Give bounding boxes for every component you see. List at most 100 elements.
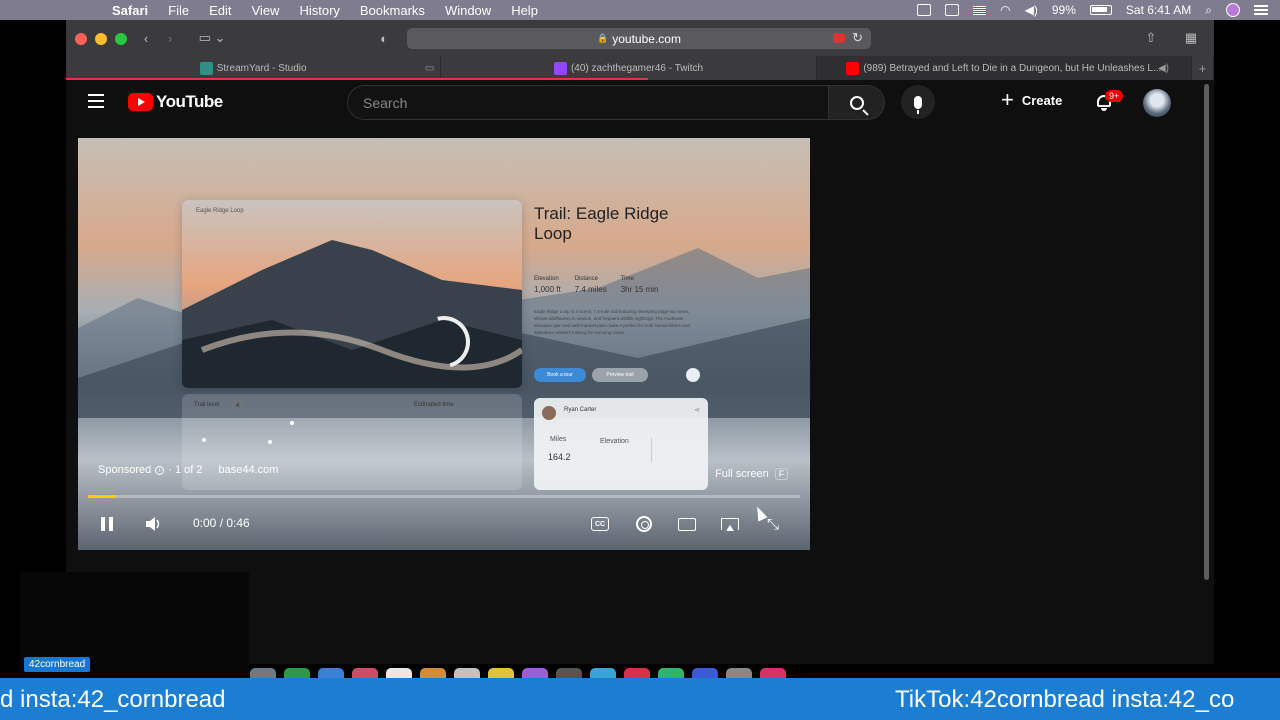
ad-info-card: Trail: Eagle Ridge Loop Elevation 1,000 … <box>526 198 718 390</box>
youtube-play-icon <box>128 93 153 111</box>
close-window-button[interactable] <box>75 33 87 45</box>
search-input[interactable]: Search <box>347 85 829 120</box>
miles-label: Miles <box>550 436 567 443</box>
control-center-icon[interactable] <box>1254 5 1268 15</box>
youtube-logo[interactable]: YouTube <box>128 92 223 112</box>
ad-description: Eagle Ridge Loop is a scenic 7.4-mile tr… <box>534 309 690 335</box>
zoom-window-button[interactable] <box>115 33 127 45</box>
back-button[interactable]: ‹ <box>136 28 156 48</box>
info-icon[interactable]: i <box>155 465 165 475</box>
tab-title: (40) zachthegamer46 - Twitch <box>570 62 704 74</box>
menu-history[interactable]: History <box>299 3 339 18</box>
sponsored-info[interactable]: Sponsored i · 1 of 2 base44.com <box>98 464 278 476</box>
webcam-name-label: 42cornbread <box>24 657 91 672</box>
create-label: Create <box>1021 92 1063 108</box>
voice-search-button[interactable] <box>901 85 935 119</box>
banner-text: TikTok:42cornbread insta:42_co <box>895 686 1235 713</box>
trail-point <box>268 440 272 444</box>
forward-button[interactable]: › <box>160 28 180 48</box>
menu-icon[interactable] <box>88 94 104 108</box>
privacy-shield-icon[interactable]: ◐ <box>374 28 394 48</box>
share-icon: ⋖ <box>694 407 700 414</box>
spotlight-icon[interactable]: ⌕ <box>1205 3 1212 18</box>
twitch-favicon-icon <box>553 61 567 75</box>
menu-file[interactable]: File <box>168 3 189 18</box>
bell-clapper <box>1101 108 1107 111</box>
cc-icon: CC <box>591 517 609 531</box>
tab-twitch[interactable]: (40) zachthegamer46 - Twitch <box>441 56 817 80</box>
stat-label: Time <box>620 276 634 282</box>
stat-time: Time 3hr 15 min <box>621 276 659 294</box>
profile-name: Ryan Carter <box>564 407 597 413</box>
stat-value: 3hr 15 min <box>620 285 659 294</box>
sidebar-toggle-button[interactable]: ▭ ⌄ <box>194 28 230 48</box>
stat-label: Distance <box>574 276 599 282</box>
wifi-icon[interactable]: ◠ <box>1000 3 1010 17</box>
trail-level-value: 4 <box>232 400 243 411</box>
flag-icon[interactable] <box>973 5 987 15</box>
airplay-button[interactable] <box>719 514 741 534</box>
tab-title: (989) Betrayed and Left to Die in a Dung… <box>863 62 1162 74</box>
tab-streamyard[interactable]: StreamYard - Studio ▭ <box>66 56 442 80</box>
player-controls: 0:00 / 0:46 CC ⤡ <box>78 504 810 544</box>
ad-trail-title: Trail: Eagle Ridge Loop <box>534 204 669 243</box>
tab-youtube[interactable]: (989) Betrayed and Left to Die in a Dung… <box>816 56 1192 80</box>
menu-safari[interactable]: Safari <box>112 3 148 18</box>
address-bar[interactable]: 🔒 youtube.com ↻ <box>407 28 871 49</box>
airplay-icon <box>721 518 739 531</box>
minimize-window-button[interactable] <box>95 33 107 45</box>
video-progress-bar[interactable] <box>88 495 800 498</box>
address-text: youtube.com <box>612 31 681 46</box>
notification-badge: 9+ <box>1105 90 1124 102</box>
theater-mode-button[interactable] <box>676 514 698 534</box>
tab-mute-icon[interactable]: ▭ <box>425 63 434 74</box>
volume-icon <box>146 517 160 531</box>
create-button[interactable]: + Create <box>1001 89 1063 111</box>
video-player[interactable]: Eagle Ridge Loop Trail: Eagle Ridge Loop… <box>78 138 810 550</box>
new-tab-button[interactable]: + <box>1192 56 1214 80</box>
theater-icon <box>678 517 696 531</box>
logo-text: YouTube <box>156 92 223 111</box>
clock[interactable]: Sat 6:41 AM <box>1126 3 1191 17</box>
streamyard-favicon-icon <box>199 61 213 75</box>
menu-window[interactable]: Window <box>445 3 491 18</box>
volume-icon[interactable]: ◀) <box>1025 3 1038 17</box>
share-icon[interactable]: ⇧ <box>1140 28 1162 48</box>
ad-profile-card: Ryan Carter ⋖ Miles 164.2 Elevation <box>534 398 708 490</box>
reload-icon[interactable]: ↻ <box>852 30 863 46</box>
airplay-icon[interactable] <box>945 4 960 16</box>
youtube-header: YouTube Search + Create 9+ <box>66 80 1214 126</box>
menu-help[interactable]: Help <box>511 3 538 18</box>
tab-overview-icon[interactable]: ▦ <box>1180 28 1202 48</box>
banner-text: d insta:42_cornbread <box>0 686 226 713</box>
ad-preview-button: Preview trail <box>592 368 648 382</box>
siri-icon[interactable] <box>1226 3 1240 17</box>
ad-hero-card: Eagle Ridge Loop <box>182 200 522 388</box>
scrolling-banner: d insta:42_cornbread TikTok:42cornbread … <box>0 678 1280 720</box>
menu-edit[interactable]: Edit <box>209 3 231 18</box>
volume-button[interactable] <box>142 514 164 534</box>
avatar[interactable] <box>1143 89 1171 117</box>
screen-mirror-icon[interactable] <box>917 4 932 16</box>
profile-avatar <box>542 406 556 420</box>
tab-audio-icon[interactable]: ◀) <box>1158 63 1169 74</box>
page-scrollbar[interactable] <box>1203 80 1211 580</box>
fullscreen-tooltip: Full screen F <box>715 468 789 480</box>
menu-bookmarks[interactable]: Bookmarks <box>360 3 425 18</box>
tooltip-key: F <box>774 468 789 480</box>
ad-stats: Elevation 1,000 ft Distance 7.4 miles Ti… <box>534 276 659 294</box>
search-button[interactable] <box>829 85 885 120</box>
menu-view[interactable]: View <box>252 3 280 18</box>
mountain-scene-image <box>182 200 522 388</box>
elevation-label: Elevation <box>600 438 629 445</box>
settings-button[interactable] <box>633 514 655 534</box>
scrollbar-thumb[interactable] <box>1204 84 1209 580</box>
search-placeholder: Search <box>363 94 408 111</box>
captions-button[interactable]: CC <box>589 514 611 534</box>
battery-icon[interactable] <box>1089 5 1112 15</box>
ad-site-link[interactable]: base44.com <box>218 464 278 476</box>
progress-fill <box>88 495 117 498</box>
estimated-time-label: Estimated time <box>414 402 454 408</box>
stat-value: 1,000 ft <box>534 285 561 294</box>
pause-button[interactable] <box>96 514 118 534</box>
